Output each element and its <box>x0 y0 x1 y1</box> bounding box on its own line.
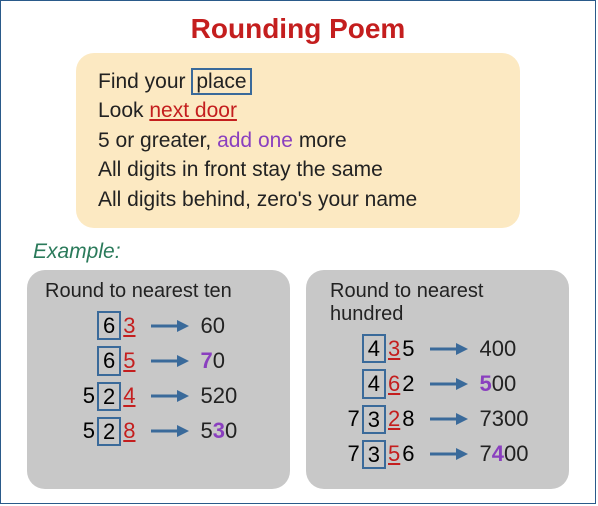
arrow-icon <box>428 446 468 462</box>
poem-l1-place-box: place <box>191 68 251 95</box>
right-result: 7300 <box>480 406 540 432</box>
left-result: 70 <box>201 348 261 374</box>
arrow-icon <box>428 341 468 357</box>
right-result: 400 <box>480 336 540 362</box>
digit-place-box: 4 <box>362 369 386 398</box>
left-input-number: 524 <box>57 382 137 411</box>
result-digits: 400 <box>480 336 517 361</box>
poem-line-1: Find your place <box>98 67 498 96</box>
arrow-icon <box>149 318 189 334</box>
right-input-number: 7356 <box>336 440 416 469</box>
result-digits: 00 <box>492 371 516 396</box>
digit-plain: 2 <box>402 371 414 397</box>
right-result: 7400 <box>480 441 540 467</box>
poem-l3-b: more <box>293 129 347 152</box>
digit-plain: 8 <box>402 406 414 432</box>
left-row: 524 520 <box>41 382 276 411</box>
digit-next-door: 5 <box>123 348 135 374</box>
digit-place-box: 2 <box>97 417 121 446</box>
digit-plain: 6 <box>402 441 414 467</box>
arrow-icon <box>149 423 189 439</box>
card-nearest-ten: Round to nearest ten 6360657052452052853… <box>27 270 290 489</box>
example-label: Example: <box>33 240 595 264</box>
digit-next-door: 2 <box>388 406 400 432</box>
digit-next-door: 3 <box>123 313 135 339</box>
result-digits: 5 <box>201 418 213 443</box>
result-digits: 0 <box>225 418 237 443</box>
digit-place-box: 6 <box>97 311 121 340</box>
poem-l3-addone: add one <box>217 129 293 152</box>
example-columns: Round to nearest ten 6360657052452052853… <box>1 270 595 489</box>
poem-line-4: All digits in front stay the same <box>98 155 498 184</box>
digit-plain: 5 <box>402 336 414 362</box>
right-input-number: 435 <box>336 334 416 363</box>
result-digit-added: 5 <box>480 371 492 396</box>
result-digits: 7300 <box>480 406 529 431</box>
right-result: 500 <box>480 371 540 397</box>
digit-next-door: 8 <box>123 418 135 444</box>
poem-l2-nextdoor: next door <box>149 99 237 122</box>
left-input-number: 65 <box>57 346 137 375</box>
left-result: 530 <box>201 418 261 444</box>
result-digits: 7 <box>480 441 492 466</box>
digit-plain: 5 <box>83 418 95 444</box>
right-row: 73567400 <box>320 440 555 469</box>
result-digits: 60 <box>201 313 225 338</box>
left-row: 63 60 <box>41 311 276 340</box>
arrow-icon <box>428 376 468 392</box>
right-input-number: 462 <box>336 369 416 398</box>
left-input-number: 63 <box>57 311 137 340</box>
right-input-number: 7328 <box>336 405 416 434</box>
left-input-number: 528 <box>57 417 137 446</box>
right-row: 435 400 <box>320 334 555 363</box>
result-digits: 0 <box>213 348 225 373</box>
page-title: Rounding Poem <box>1 13 595 45</box>
digit-next-door: 3 <box>388 336 400 362</box>
card-ten-title: Round to nearest ten <box>41 280 276 303</box>
left-result: 60 <box>201 313 261 339</box>
arrow-icon <box>428 411 468 427</box>
arrow-icon <box>149 353 189 369</box>
right-row: 462 500 <box>320 369 555 398</box>
result-digits: 00 <box>504 441 528 466</box>
digit-place-box: 6 <box>97 346 121 375</box>
left-result: 520 <box>201 383 261 409</box>
poem-line-2: Look next door <box>98 96 498 125</box>
poem-box: Find your place Look next door 5 or grea… <box>76 53 520 228</box>
result-digits: 520 <box>201 383 238 408</box>
digit-place-box: 3 <box>362 440 386 469</box>
digit-next-door: 6 <box>388 371 400 397</box>
poem-l1-text: Find your <box>98 70 191 93</box>
digit-place-box: 3 <box>362 405 386 434</box>
digit-place-box: 2 <box>97 382 121 411</box>
left-row: 65 70 <box>41 346 276 375</box>
right-row: 7328 7300 <box>320 405 555 434</box>
arrow-icon <box>149 388 189 404</box>
document-frame: Rounding Poem Find your place Look next … <box>0 0 596 504</box>
poem-line-3: 5 or greater, add one more <box>98 126 498 155</box>
poem-line-5: All digits behind, zero's your name <box>98 185 498 214</box>
result-digit-added: 4 <box>492 441 504 466</box>
digit-plain: 7 <box>348 441 360 467</box>
left-row: 528530 <box>41 417 276 446</box>
poem-l3-a: 5 or greater, <box>98 129 217 152</box>
poem-l2-text: Look <box>98 99 149 122</box>
digit-next-door: 4 <box>123 383 135 409</box>
card-hundred-title: Round to nearest hundred <box>320 280 555 326</box>
result-digit-added: 3 <box>213 418 225 443</box>
digit-plain: 5 <box>83 383 95 409</box>
card-nearest-hundred: Round to nearest hundred 435400462500732… <box>306 270 569 489</box>
digit-plain: 7 <box>348 406 360 432</box>
digit-place-box: 4 <box>362 334 386 363</box>
digit-next-door: 5 <box>388 441 400 467</box>
result-digit-added: 7 <box>201 348 213 373</box>
